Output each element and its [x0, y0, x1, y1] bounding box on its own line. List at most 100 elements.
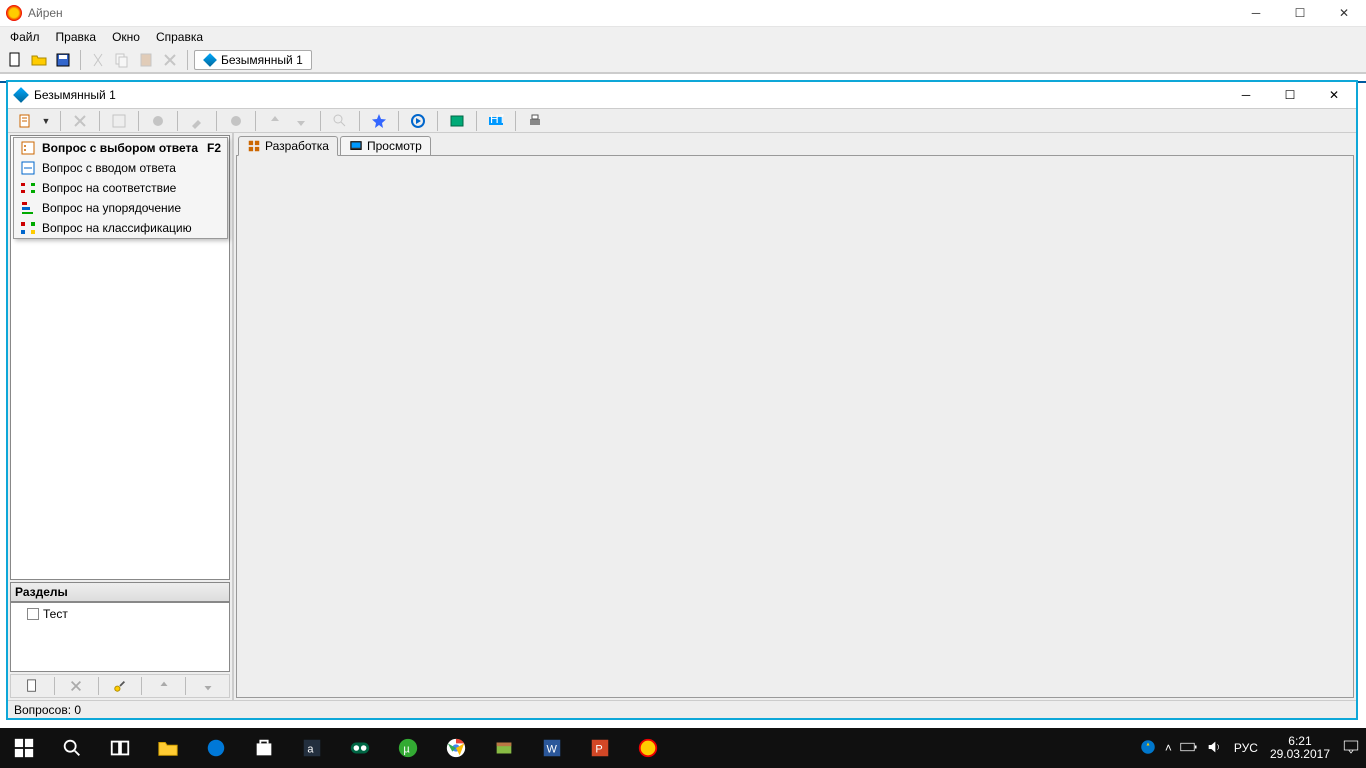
menu-item-label: Вопрос с вводом ответа: [42, 161, 176, 175]
question-type-menu: Вопрос с выбором ответа F2 Вопрос с ввод…: [13, 137, 228, 239]
battery-icon[interactable]: [1180, 740, 1198, 757]
child-close-button[interactable]: ✕: [1312, 82, 1356, 108]
parent-title: Айрен: [28, 6, 63, 20]
powerpoint-icon[interactable]: P: [576, 728, 624, 768]
new-section-icon[interactable]: [11, 675, 54, 697]
start-button[interactable]: [0, 728, 48, 768]
minimize-button[interactable]: ─: [1234, 0, 1278, 27]
chevron-up-icon[interactable]: ˄: [1165, 741, 1172, 755]
tab-preview[interactable]: Просмотр: [340, 136, 431, 156]
tabs: Разработка Просмотр: [234, 133, 1356, 155]
winrar-icon[interactable]: [480, 728, 528, 768]
preview-icon: [349, 139, 363, 153]
properties-icon[interactable]: [99, 675, 142, 697]
tray-date: 29.03.2017: [1270, 748, 1330, 761]
shield-icon[interactable]: [1139, 738, 1157, 759]
tripadvisor-icon[interactable]: [336, 728, 384, 768]
task-view-icon[interactable]: [96, 728, 144, 768]
statusbar: Вопросов: 0: [8, 700, 1356, 718]
cut-icon: [87, 49, 109, 71]
close-button[interactable]: ✕: [1322, 0, 1366, 27]
book-icon[interactable]: [446, 110, 468, 132]
store-icon[interactable]: [240, 728, 288, 768]
open-file-icon[interactable]: [28, 49, 50, 71]
left-pane: Вопрос с выбором ответа F2 Вопрос с ввод…: [8, 133, 234, 700]
child-title: Безымянный 1: [34, 88, 116, 102]
tab-develop[interactable]: Разработка: [238, 136, 338, 156]
new-question-icon[interactable]: [14, 110, 36, 132]
amazon-icon[interactable]: a: [288, 728, 336, 768]
play-icon[interactable]: [407, 110, 429, 132]
menu-item-input[interactable]: Вопрос с вводом ответа: [14, 158, 227, 178]
svg-text:a: a: [307, 744, 314, 756]
menu-item-choice[interactable]: Вопрос с выбором ответа F2: [14, 138, 227, 158]
menu-item-label: Вопрос с выбором ответа: [42, 141, 198, 155]
taskbar: a µ W P ˄ РУС 6:21 29.03.2017: [0, 728, 1366, 768]
parent-titlebar: Айрен ─ ☐ ✕: [0, 0, 1366, 27]
tray-clock[interactable]: 6:21 29.03.2017: [1270, 735, 1330, 761]
child-toolbar: ▼ HTML: [8, 108, 1356, 133]
save-icon[interactable]: [52, 49, 74, 71]
down-arrow-icon: [290, 110, 312, 132]
parent-toolbar: Безымянный 1: [0, 47, 1366, 73]
print-icon[interactable]: [524, 110, 546, 132]
tree-item[interactable]: Тест: [27, 607, 225, 621]
utorrent-icon[interactable]: µ: [384, 728, 432, 768]
search-icon: [329, 110, 351, 132]
paste-icon: [135, 49, 157, 71]
menu-item-order[interactable]: Вопрос на упорядочение: [14, 198, 227, 218]
status-text: Вопросов: 0: [14, 703, 81, 717]
html-icon[interactable]: HTML: [485, 110, 507, 132]
question-list[interactable]: Вопрос с выбором ответа F2 Вопрос с ввод…: [10, 135, 230, 580]
move-up-icon: [142, 675, 185, 697]
content-area: [236, 155, 1354, 698]
new-file-icon[interactable]: [4, 49, 26, 71]
explorer-icon[interactable]: [144, 728, 192, 768]
classify-icon: [20, 220, 36, 236]
delete-icon: [159, 49, 181, 71]
delete-section-icon: [55, 675, 98, 697]
menu-item-shortcut: F2: [207, 141, 221, 155]
diamond-icon: [203, 53, 217, 67]
menu-item-classify[interactable]: Вопрос на классификацию: [14, 218, 227, 238]
menu-item-match[interactable]: Вопрос на соответствие: [14, 178, 227, 198]
order-icon: [20, 200, 36, 216]
choice-icon: [20, 140, 36, 156]
menu-help[interactable]: Справка: [150, 28, 209, 46]
airen-taskbar-icon[interactable]: [624, 728, 672, 768]
diamond-icon: [13, 87, 29, 103]
svg-text:W: W: [547, 744, 558, 756]
match-icon: [20, 180, 36, 196]
svg-text:µ: µ: [403, 744, 410, 756]
tab-label: Разработка: [265, 139, 329, 153]
develop-icon: [247, 139, 261, 153]
document-tab[interactable]: Безымянный 1: [194, 50, 312, 70]
document-tab-label: Безымянный 1: [221, 53, 303, 67]
dropdown-arrow-icon[interactable]: ▼: [40, 116, 52, 126]
edge-icon[interactable]: [192, 728, 240, 768]
delete-question-icon: [69, 110, 91, 132]
menu-file[interactable]: Файл: [4, 28, 46, 46]
word-icon[interactable]: W: [528, 728, 576, 768]
menu-window[interactable]: Окно: [106, 28, 146, 46]
child-maximize-button[interactable]: ☐: [1268, 82, 1312, 108]
wrench-icon: [186, 110, 208, 132]
volume-icon[interactable]: [1206, 739, 1222, 758]
search-icon[interactable]: [48, 728, 96, 768]
menubar: Файл Правка Окно Справка: [0, 27, 1366, 47]
child-titlebar: Безымянный 1 ─ ☐ ✕: [8, 82, 1356, 108]
chrome-icon[interactable]: [432, 728, 480, 768]
up-arrow-icon: [264, 110, 286, 132]
maximize-button[interactable]: ☐: [1278, 0, 1322, 27]
menu-edit[interactable]: Правка: [50, 28, 103, 46]
action-center-icon[interactable]: [1342, 738, 1360, 759]
menu-item-label: Вопрос на упорядочение: [42, 201, 181, 215]
right-pane: Разработка Просмотр: [234, 133, 1356, 700]
star-icon[interactable]: [368, 110, 390, 132]
circle-icon: [225, 110, 247, 132]
copy-icon: [111, 49, 133, 71]
tray-lang[interactable]: РУС: [1234, 741, 1258, 755]
child-minimize-button[interactable]: ─: [1224, 82, 1268, 108]
sections-tree[interactable]: Тест: [10, 602, 230, 672]
menu-item-label: Вопрос на соответствие: [42, 181, 176, 195]
